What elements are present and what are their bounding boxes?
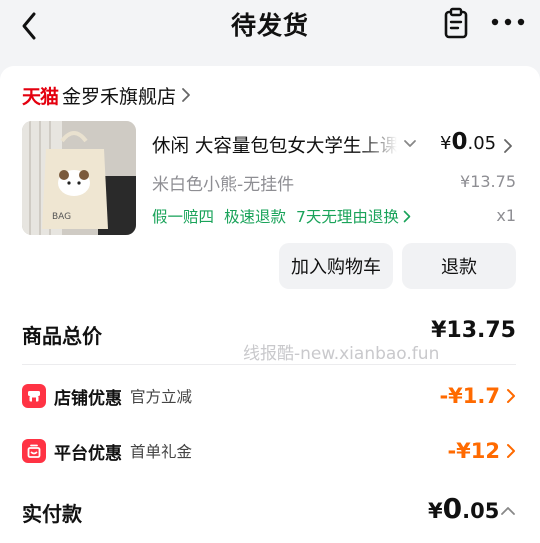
paid-integer: 0 (442, 492, 463, 525)
price-symbol: ¥ (440, 133, 452, 154)
shop-name: 金罗禾旗舰店 (62, 85, 177, 108)
discount-title: 平台优惠 (54, 443, 122, 464)
product-image[interactable]: BAG (22, 121, 136, 235)
total-value: ¥13.75 (431, 318, 516, 343)
original-price: ¥13.75 (460, 172, 516, 191)
discount-amount: -¥12 (447, 439, 500, 463)
product-variant: 米白色小熊-无挂件 (152, 175, 295, 195)
tag-fast-refund: 极速退款 (224, 208, 287, 226)
store-discount-row[interactable]: 店铺优惠 官方立减 -¥1.7 (22, 379, 516, 413)
chevron-right-icon (507, 444, 515, 458)
paid-label: 实付款 (22, 502, 82, 526)
product-price: ¥0.05 (440, 129, 496, 155)
tag-7day-return: 7天无理由退换 (296, 208, 399, 226)
service-tags[interactable]: 假一赔四 极速退款 7天无理由退换 (152, 205, 411, 227)
watermark: 线报酷-new.xianbao.fun (243, 344, 440, 364)
store-icon (22, 384, 46, 408)
paid-value[interactable]: ¥0.05 (428, 492, 499, 525)
discount-amount: -¥1.7 (439, 384, 500, 408)
top-bar: 待发货 (0, 0, 540, 58)
product-quantity: x1 (496, 206, 516, 225)
tag-fake-compensation: 假一赔四 (152, 208, 215, 226)
chevron-right-icon (182, 88, 190, 102)
price-integer: 0 (451, 129, 468, 155)
tmall-logo: 天猫 (22, 85, 59, 108)
discount-subtitle: 官方立减 (130, 388, 193, 406)
shop-link[interactable]: 天猫 金罗禾旗舰店 (22, 80, 191, 110)
chevron-right-icon (507, 389, 515, 403)
chevron-down-icon[interactable] (403, 139, 417, 149)
order-details-button[interactable] (440, 7, 472, 41)
refund-button[interactable]: 退款 (402, 243, 516, 289)
tote-bag-photo-icon: BAG (22, 121, 136, 235)
discount-title: 店铺优惠 (54, 388, 122, 409)
price-decimal: .05 (467, 133, 497, 154)
order-card: 天猫 金罗禾旗舰店 BAG 休闲 大容量包包女大学生上课通勤帆布包 ¥0.05 (0, 66, 540, 543)
chevron-up-icon[interactable] (500, 506, 516, 516)
platform-discount-row[interactable]: 平台优惠 首单礼金 -¥12 (22, 434, 516, 468)
paid-decimal: .05 (462, 499, 500, 523)
divider (22, 364, 516, 365)
add-to-cart-button[interactable]: 加入购物车 (279, 243, 393, 289)
chevron-right-icon (403, 210, 411, 222)
document-icon (444, 7, 468, 39)
more-dots-icon (491, 18, 525, 26)
product-title[interactable]: 休闲 大容量包包女大学生上课通勤帆布包 (152, 132, 397, 158)
paid-symbol: ¥ (428, 499, 443, 523)
discount-subtitle: 首单礼金 (130, 443, 193, 461)
more-options-button[interactable] (488, 5, 528, 39)
total-label: 商品总价 (22, 324, 102, 348)
svg-text:BAG: BAG (52, 212, 71, 222)
gift-icon (22, 439, 46, 463)
chevron-right-icon[interactable] (503, 138, 513, 154)
